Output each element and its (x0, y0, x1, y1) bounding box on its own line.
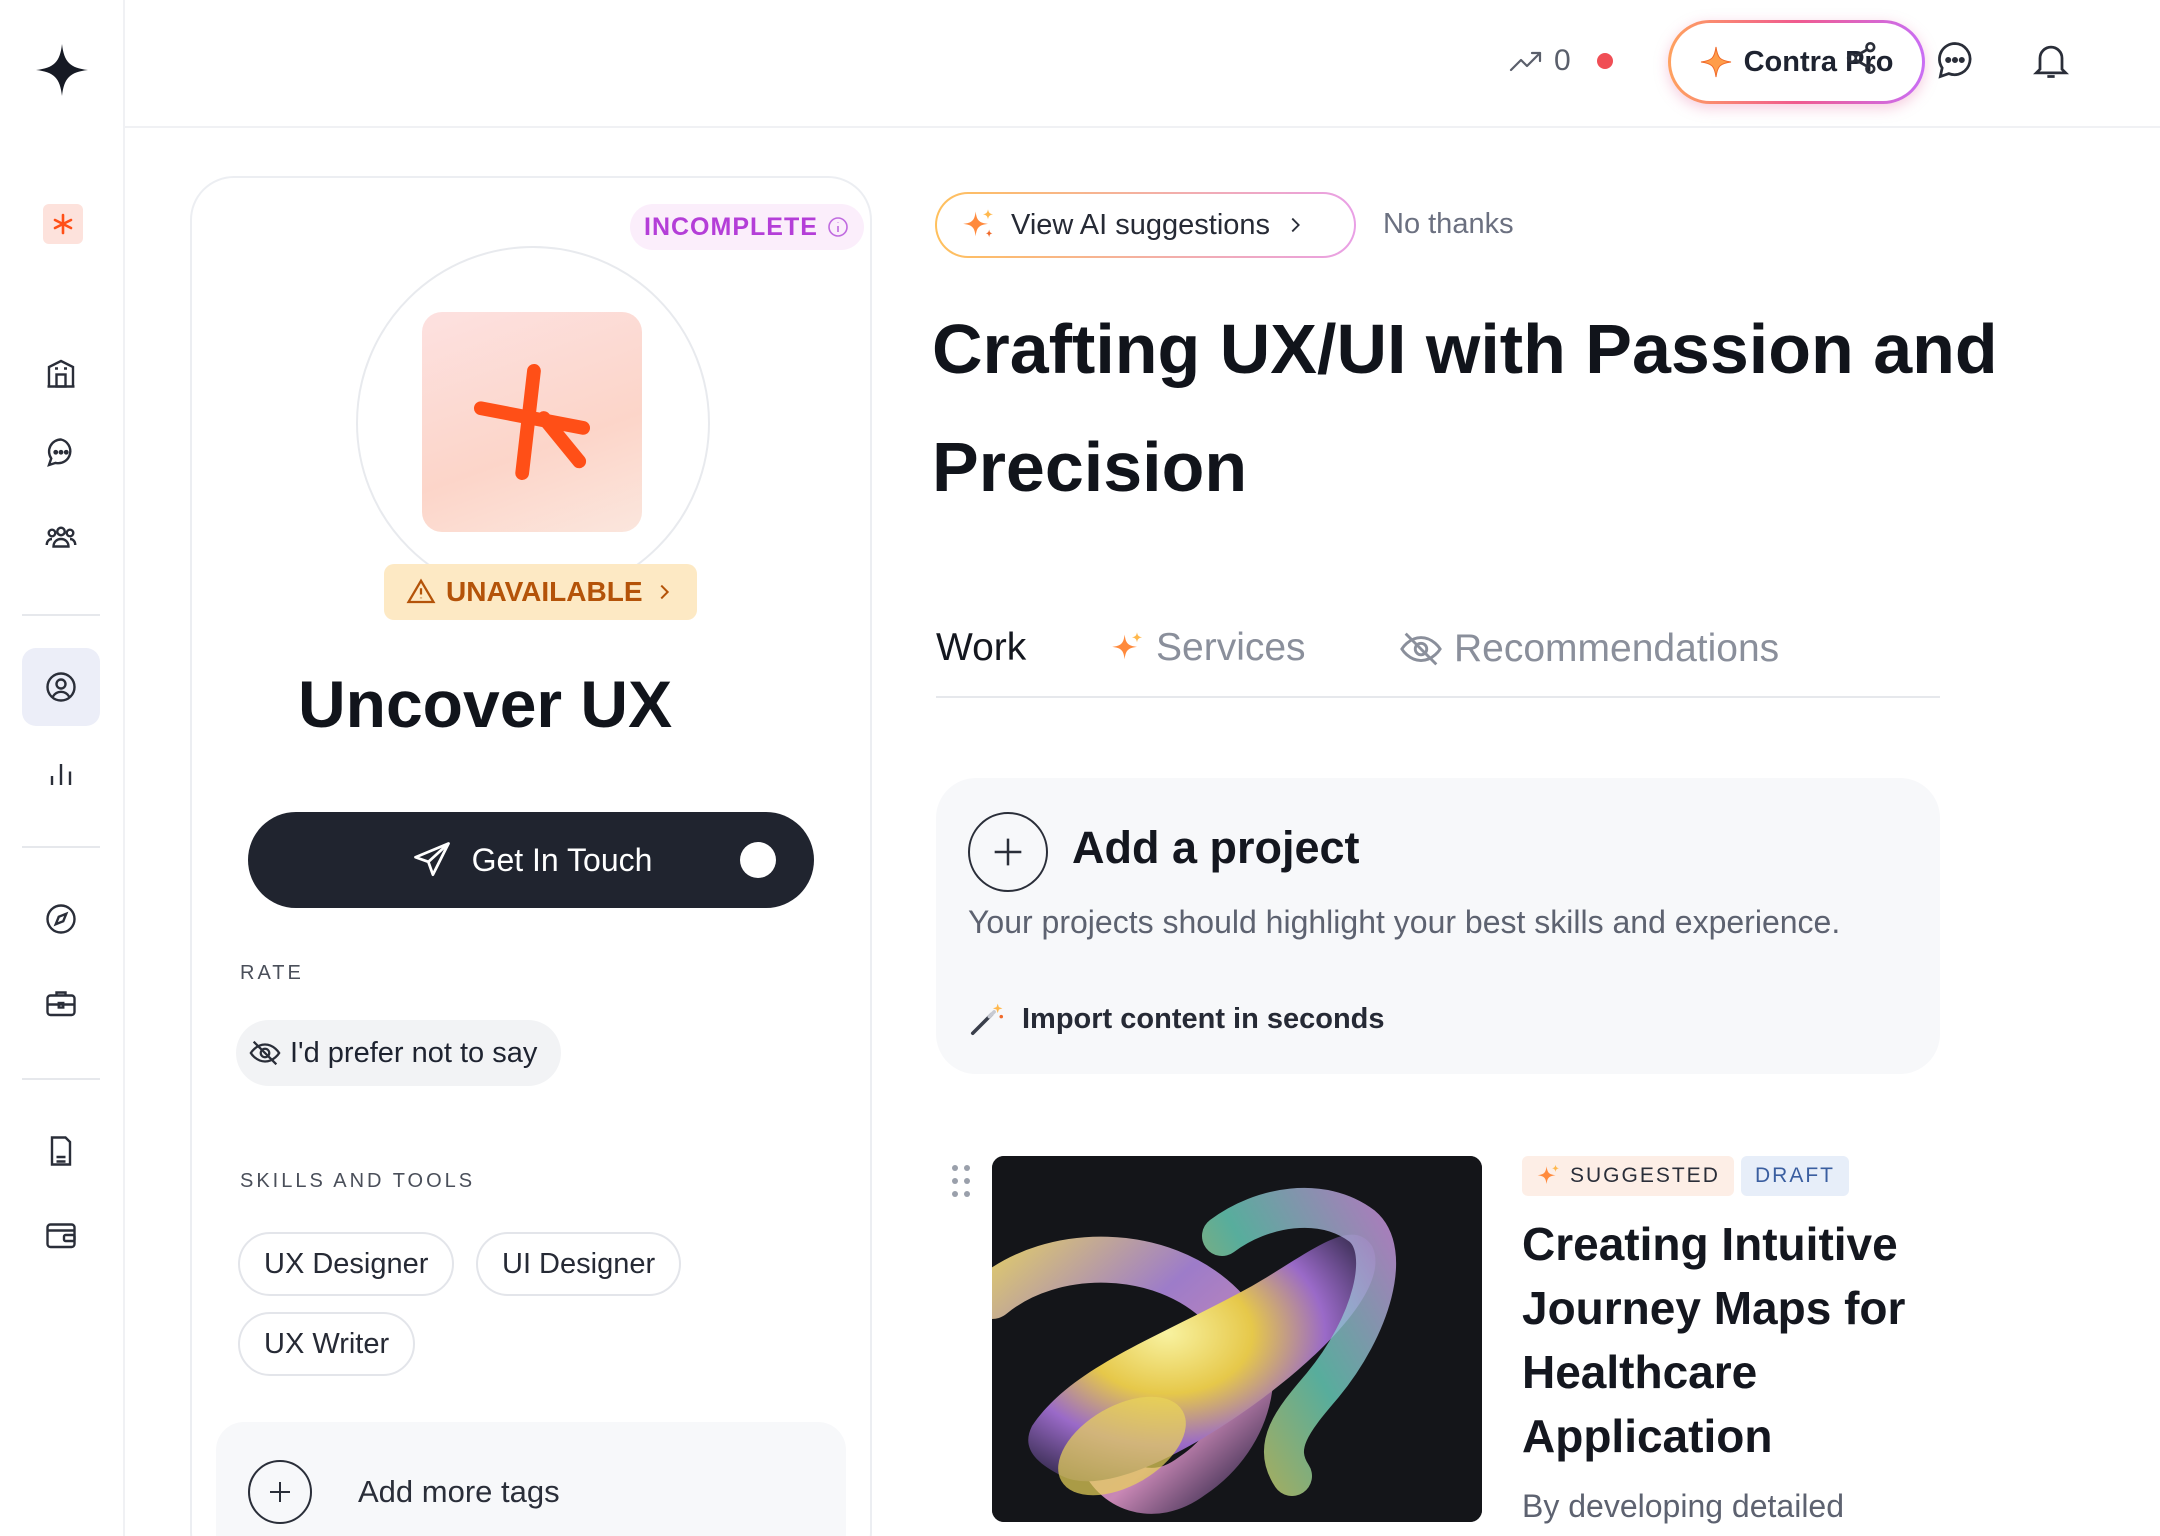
chevron-right-icon (660, 584, 669, 600)
trend-count: 0 (1554, 44, 1571, 77)
add-project-title: Add a project (1072, 822, 1360, 873)
wallet-icon (46, 1223, 76, 1249)
sparkles-icon (1537, 1164, 1560, 1185)
messages-icon[interactable] (1933, 38, 1981, 86)
tab-recommendations-label: Recommendations (1454, 627, 1780, 670)
drag-handle-icon[interactable] (950, 1164, 972, 1198)
import-content-label: Import content in seconds (1022, 1002, 1385, 1035)
briefcase-icon (46, 991, 76, 1017)
view-ai-suggestions-button[interactable]: View AI suggestions (935, 192, 1356, 258)
sidebar-item-jobs[interactable] (22, 964, 100, 1042)
paper-plane-icon (413, 842, 450, 877)
sidebar-item-messages[interactable] (22, 414, 100, 492)
tab-recommendations[interactable]: Recommendations (1398, 626, 1779, 672)
add-more-tags-button[interactable]: Add more tags (216, 1422, 846, 1536)
eye-off-icon (249, 1040, 281, 1066)
project-description: By developing detailed (1522, 1488, 1845, 1524)
sidebar (0, 0, 125, 1536)
skill-tag[interactable]: UX Writer (238, 1312, 416, 1376)
sidebar-item-profile[interactable] (22, 648, 100, 726)
sidebar-divider (22, 1078, 100, 1080)
rate-value: I'd prefer not to say (290, 1036, 538, 1069)
warning-icon (406, 578, 436, 604)
people-icon (45, 526, 77, 548)
app-root: 0 Contra Pro INCOMPLETE UNAVAILABLE Unco… (0, 0, 2160, 1536)
import-content-link[interactable]: Import content in seconds (968, 1000, 1385, 1038)
add-project-card[interactable]: Add a project Your projects should highl… (936, 778, 1940, 1074)
chevron-right-icon (1291, 217, 1300, 233)
project-thumbnail[interactable] (992, 1156, 1482, 1522)
compass-icon (46, 904, 76, 934)
view-ai-suggestions-label: View AI suggestions (1011, 208, 1271, 241)
toggle-knob[interactable] (740, 842, 776, 878)
contra-logo-icon[interactable] (36, 44, 88, 96)
project-title[interactable]: Creating Intuitive Journey Maps for Heal… (1522, 1212, 1942, 1468)
add-project-plus-icon[interactable] (968, 812, 1048, 892)
availability-label: UNAVAILABLE (446, 576, 643, 607)
get-in-touch-label: Get In Touch (471, 841, 653, 878)
sidebar-item-discover[interactable] (22, 880, 100, 958)
tab-services[interactable]: Services (1110, 626, 1306, 670)
status-dot (1596, 53, 1613, 69)
sparkle-icon (1700, 46, 1731, 78)
incomplete-badge[interactable]: INCOMPLETE (630, 204, 864, 250)
skill-tag[interactable]: UX Designer (238, 1232, 455, 1296)
suggested-label: SUGGESTED (1570, 1164, 1720, 1187)
sidebar-item-analytics[interactable] (22, 734, 100, 812)
share-icon[interactable] (1842, 38, 1890, 86)
sidebar-item-wallet[interactable] (22, 1196, 100, 1274)
availability-badge[interactable]: UNAVAILABLE (384, 564, 697, 620)
magic-wand-icon (970, 1003, 1004, 1036)
sparkles-icon (1112, 632, 1143, 660)
draft-badge: DRAFT (1741, 1156, 1849, 1196)
add-more-tags-label: Add more tags (358, 1474, 560, 1509)
sidebar-item-documents[interactable] (22, 1112, 100, 1190)
incomplete-label: INCOMPLETE (644, 212, 818, 241)
plus-icon (248, 1460, 312, 1524)
profile-card: INCOMPLETE UNAVAILABLE Uncover UX Get In… (190, 176, 872, 1536)
top-bar: 0 Contra Pro (125, 0, 2160, 128)
tab-work[interactable]: Work (936, 626, 1026, 670)
profile-tabs: Work Services Recommendations (936, 612, 1940, 698)
document-icon (50, 1136, 72, 1166)
sidebar-divider (22, 614, 100, 616)
sidebar-item-community[interactable] (22, 500, 100, 578)
get-in-touch-button[interactable]: Get In Touch (248, 812, 814, 908)
skills-heading: SKILLS AND TOOLS (240, 1170, 476, 1192)
asterisk-logo-icon (473, 363, 591, 481)
tab-work-label: Work (936, 626, 1027, 669)
tab-services-label: Services (1156, 626, 1306, 669)
suggested-badge: SUGGESTED (1522, 1156, 1734, 1196)
avatar[interactable] (422, 312, 642, 532)
bar-chart-icon (50, 764, 72, 785)
trend-indicator[interactable]: 0 (1508, 44, 1613, 78)
trending-up-icon (1509, 51, 1542, 72)
chat-bubble-icon (47, 438, 72, 467)
rate-heading: RATE (240, 962, 304, 984)
info-icon (828, 217, 848, 237)
rate-pill[interactable]: I'd prefer not to say (236, 1020, 562, 1086)
skill-tag[interactable]: UI Designer (476, 1232, 682, 1296)
profile-name: Uncover UX (298, 667, 673, 741)
building-icon (47, 359, 75, 388)
no-thanks-link[interactable]: No thanks (1383, 208, 1514, 241)
profile-headline[interactable]: Crafting UX/UI with Passion and Precisio… (932, 290, 2132, 526)
bell-icon[interactable] (2029, 38, 2077, 86)
sparkles-icon (963, 209, 994, 238)
sidebar-divider (22, 846, 100, 848)
eye-off-icon (1400, 632, 1442, 666)
user-circle-icon (46, 672, 76, 702)
abstract-3d-shape-image (992, 1156, 1482, 1522)
add-project-subtitle: Your projects should highlight your best… (968, 904, 1841, 940)
draft-label: DRAFT (1755, 1164, 1835, 1187)
workspace-avatar-icon[interactable] (43, 204, 83, 244)
sidebar-item-home[interactable] (22, 334, 100, 412)
